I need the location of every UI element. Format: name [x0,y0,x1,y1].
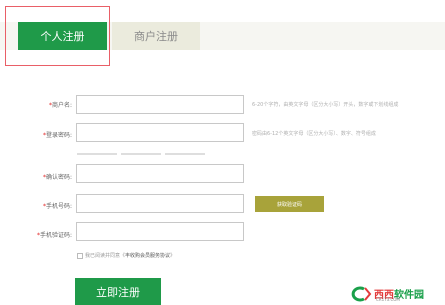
phone-input[interactable] [76,194,244,213]
confirm-password-label: *确认密码: [2,172,72,181]
watermark-url: CR173.COM [376,297,400,302]
username-label: *商户名: [2,100,72,109]
confirm-password-label-text: 确认密码: [45,174,72,181]
username-hint: 6-20个字符，由英文字母（区分大小写）开头，数字或下划线组成 [252,102,399,108]
cr-logo-icon [351,286,372,301]
phone-label: *手机号码: [2,201,72,210]
agreement-checkbox[interactable] [77,252,83,259]
agreement-link[interactable]: 丰收购会员服务协议 [125,252,170,259]
tab-merchant-register[interactable]: 商户注册 [112,22,200,50]
phone-label-text: 手机号码: [45,203,72,210]
verify-code-input[interactable] [76,222,244,241]
agreement-prefix: 我已阅读并同意《 [85,253,126,259]
agreement-row: 我已阅读并同意《 丰收购会员服务协议》 [77,252,175,259]
register-now-button[interactable]: 立即注册 [75,278,161,305]
username-input[interactable] [76,95,244,114]
password-label: *登录密码: [2,130,72,139]
password-hint: 密码由6-12个英文字母（区分大小写）、数字、符号组成 [252,131,376,137]
password-input[interactable] [76,123,244,142]
confirm-password-input[interactable] [76,164,244,183]
password-strength-bar [77,153,209,155]
agreement-suffix: 》 [170,253,176,259]
verify-code-label: *手机验证码: [2,230,72,239]
tab-personal-register[interactable]: 个人注册 [18,22,107,50]
username-label-text: 商户名: [51,102,72,109]
verify-code-label-text: 手机验证码: [39,232,72,239]
get-code-button[interactable]: 获取验证码 [255,196,324,212]
password-label-text: 登录密码: [45,132,72,139]
watermark-logo: 西西软件园 CR173.COM [350,282,445,305]
